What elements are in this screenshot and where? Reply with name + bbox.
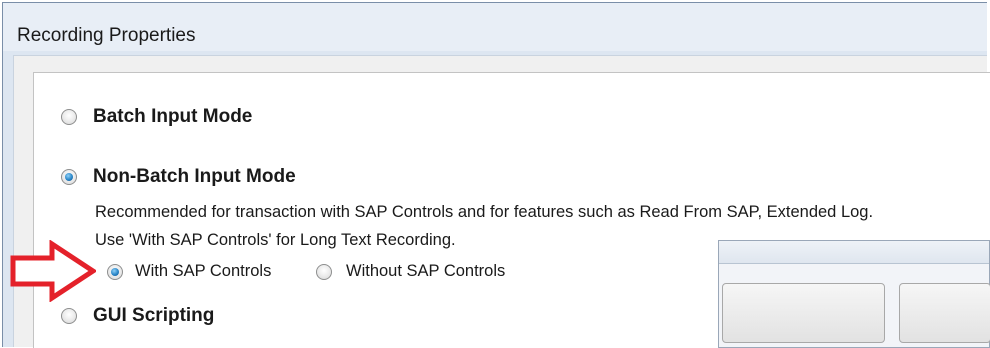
non-batch-description-line1: Recommended for transaction with SAP Con… [95, 203, 874, 221]
non-batch-input-mode-label[interactable]: Non-Batch Input Mode [93, 166, 296, 188]
without-sap-controls-label[interactable]: Without SAP Controls [346, 262, 505, 281]
overlapping-window-toolbar [719, 241, 989, 264]
with-sap-controls-label[interactable]: With SAP Controls [135, 262, 271, 281]
overlapping-window-fragment [718, 240, 990, 348]
title-bar: Recording Properties [3, 3, 987, 51]
gui-scripting-label[interactable]: GUI Scripting [93, 305, 214, 327]
red-arrow-right-icon [10, 240, 96, 302]
with-sap-controls-radio[interactable] [107, 264, 123, 280]
window-title: Recording Properties [17, 25, 196, 46]
without-sap-controls-radio[interactable] [316, 264, 332, 280]
batch-input-mode-label[interactable]: Batch Input Mode [93, 106, 252, 128]
gui-scripting-radio[interactable] [61, 308, 77, 324]
batch-input-mode-radio[interactable] [61, 109, 77, 125]
overlapping-window-tile [899, 283, 990, 343]
overlapping-window-tile [722, 283, 885, 343]
non-batch-input-mode-radio[interactable] [61, 169, 77, 185]
non-batch-description-line2: Use 'With SAP Controls' for Long Text Re… [95, 231, 456, 249]
